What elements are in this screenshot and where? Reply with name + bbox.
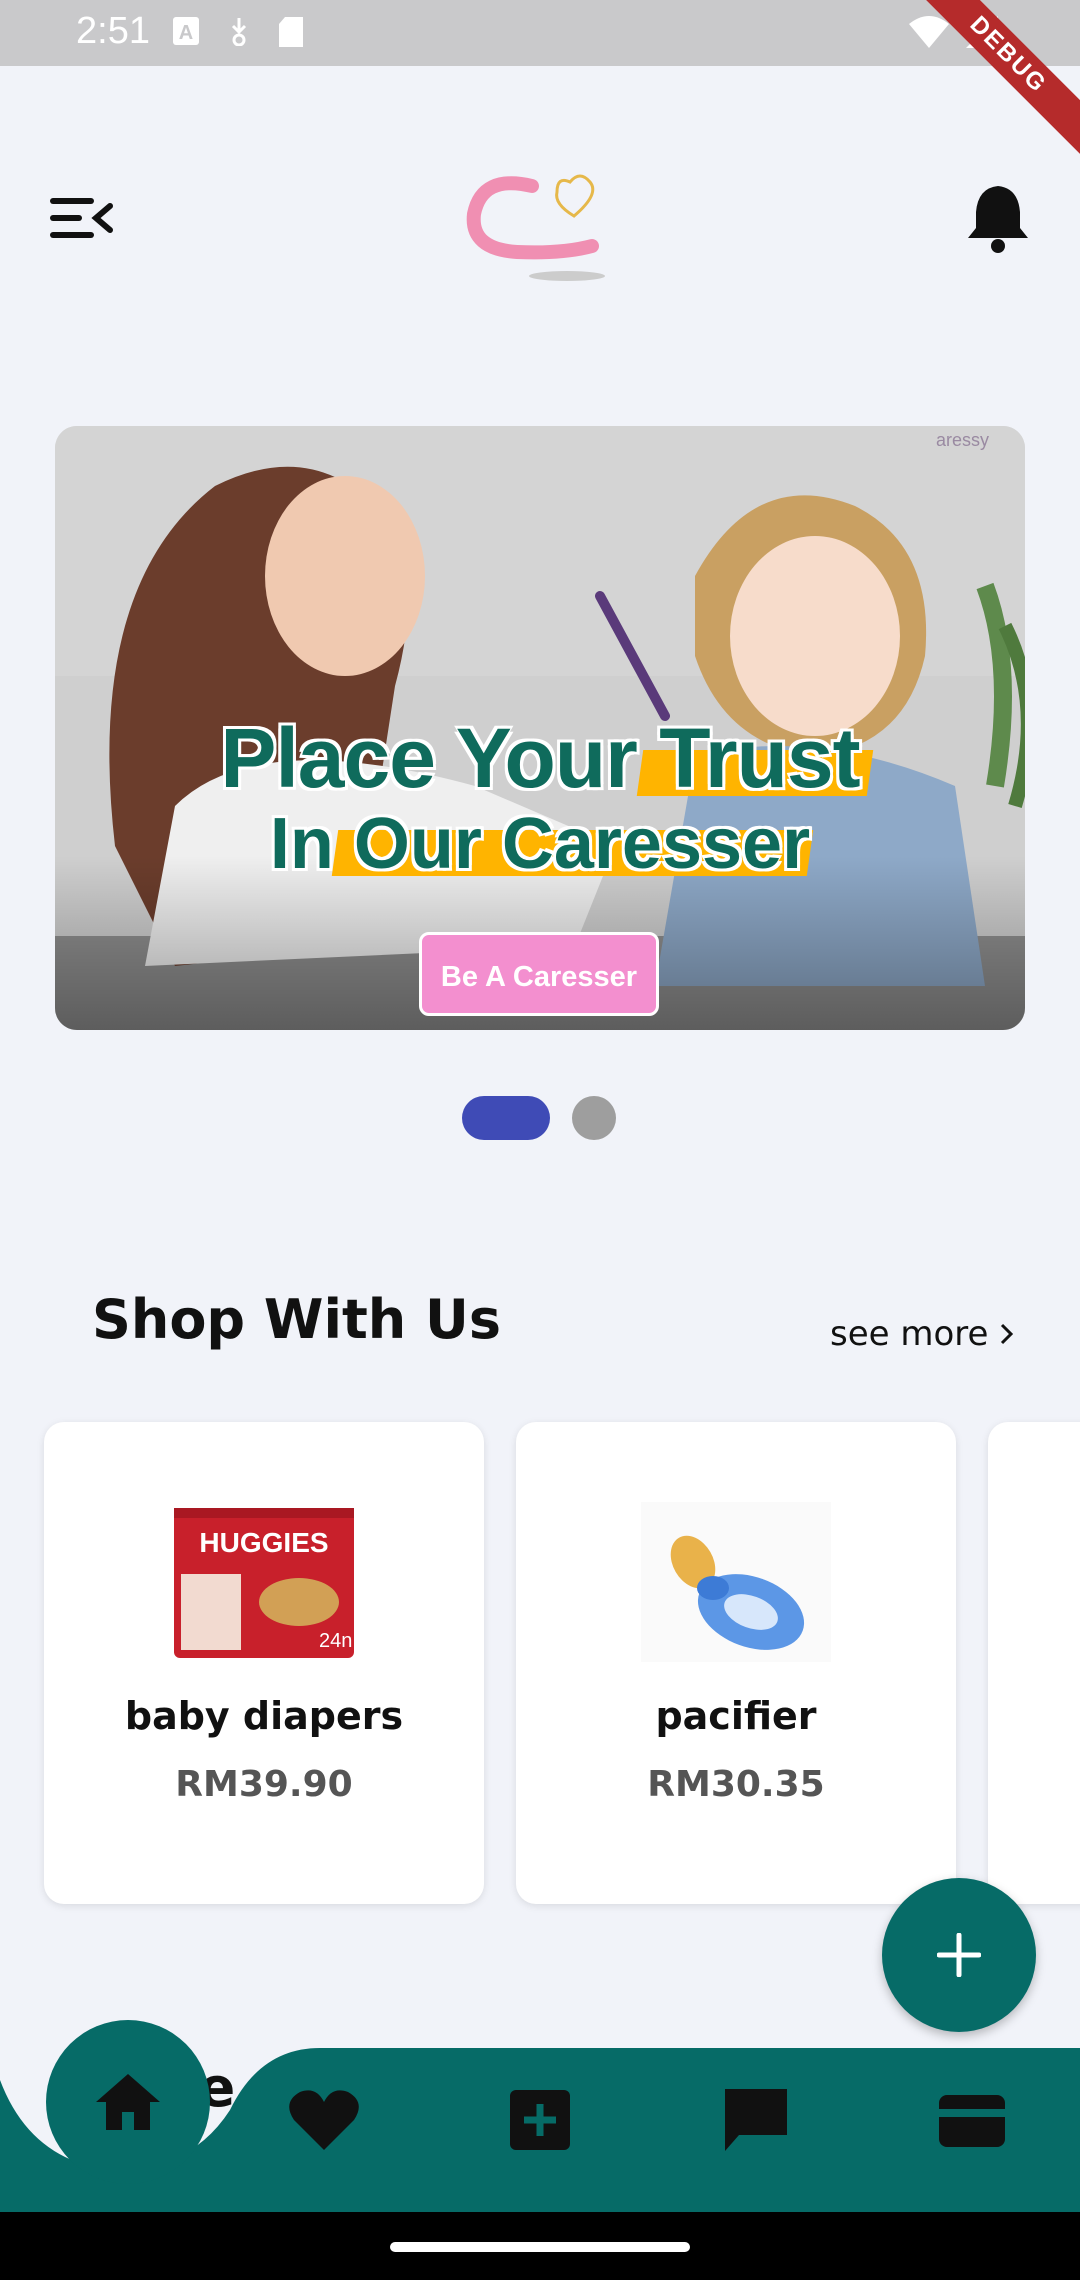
promo-banner[interactable]: aressy Place Your Trust In Our Caresser … [55, 426, 1025, 1030]
nav-favorites-button[interactable] [284, 2080, 364, 2160]
banner-brand: aressy [935, 430, 989, 450]
chevron-right-icon [1001, 1323, 1014, 1345]
diapers-image: HUGGIES 24n [174, 1508, 354, 1658]
banner-title-line1: Place Your Trust [220, 711, 860, 805]
product-card[interactable]: HUGGIES 24n baby diapers RM39.90 [44, 1422, 484, 1904]
banner-title-line2: In Our Caresser [269, 804, 811, 884]
product-price: RM39.90 [175, 1764, 353, 1805]
see-more-link[interactable]: see more [830, 1314, 1016, 1354]
plus-icon [937, 1933, 981, 1977]
menu-collapse-icon[interactable] [50, 196, 114, 240]
banner-title: Place Your Trust In Our Caresser [55, 716, 1025, 880]
system-navigation-bar [0, 2212, 1080, 2280]
product-card[interactable]: pacifier RM30.35 [516, 1422, 956, 1904]
see-more-label: see more [830, 1314, 989, 1354]
status-bar: 2:51 A DEBUG [0, 0, 1080, 175]
caressy-logo [466, 174, 605, 281]
sd-card-icon [279, 17, 303, 47]
carousel-indicator [462, 1096, 616, 1140]
nav-home-button[interactable] [46, 2020, 210, 2184]
fab-add-button[interactable] [882, 1878, 1036, 2032]
product-name: baby diapers [124, 1694, 404, 1738]
status-time: 2:51 [76, 10, 150, 52]
carousel-dot-active[interactable] [462, 1096, 550, 1140]
home-icon [96, 2074, 160, 2130]
nav-chat-button[interactable] [716, 2080, 796, 2160]
product-card[interactable] [988, 1422, 1080, 1904]
product-name: pacifier [655, 1694, 817, 1738]
chat-icon [725, 2089, 787, 2151]
heart-icon [289, 2090, 359, 2150]
svg-text:HUGGIES: HUGGIES [199, 1527, 328, 1558]
text-a-icon: A [173, 17, 199, 45]
app-header [0, 150, 1080, 290]
wallet-icon [939, 2095, 1005, 2147]
pacifier-image [641, 1502, 831, 1662]
wifi-icon [909, 16, 949, 48]
bell-icon[interactable] [964, 182, 1032, 254]
download-icon [231, 18, 247, 46]
svg-text:24n: 24n [319, 1630, 352, 1652]
shop-section-title: Shop With Us [92, 1288, 502, 1351]
nav-wallet-button[interactable] [932, 2080, 1012, 2160]
nav-add-button[interactable] [500, 2080, 580, 2160]
be-a-caresser-button[interactable]: Be A Caresser [419, 932, 659, 1016]
product-price: RM30.35 [647, 1764, 825, 1805]
svg-text:A: A [179, 22, 193, 44]
home-gesture-pill[interactable] [390, 2242, 690, 2252]
add-box-icon [510, 2090, 570, 2150]
carousel-dot[interactable] [572, 1096, 616, 1140]
status-icons-left: A [172, 16, 304, 48]
